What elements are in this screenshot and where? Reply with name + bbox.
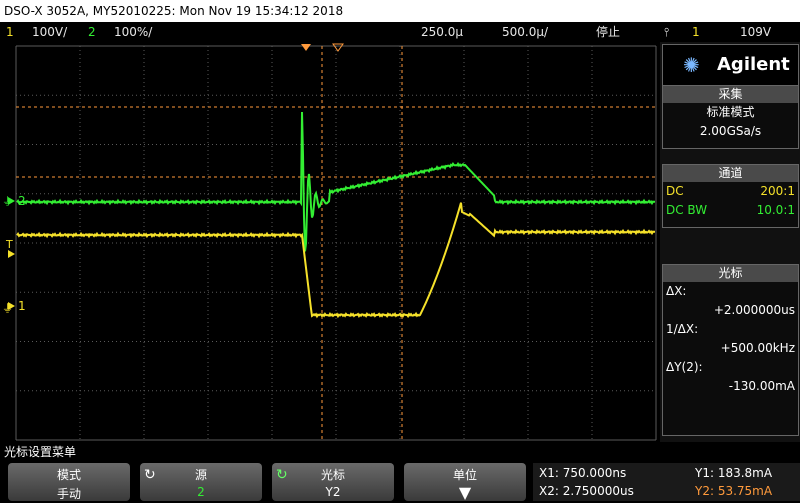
ch1-marker-label: 1 [18, 299, 26, 313]
graticule [15, 45, 657, 441]
ch2-marker-label: 2 [18, 194, 26, 208]
softkey-cursor[interactable]: ↻ 光标 Y2 [272, 463, 394, 501]
softkey-source-value: 2 [197, 485, 205, 499]
ch2-ground-marker[interactable]: ⏚ [2, 195, 15, 208]
time-reference-marker[interactable] [332, 43, 344, 52]
softkey-mode[interactable]: 模式 手动 [8, 463, 130, 501]
cursor-y2-readout: Y2: 53.75mA [695, 484, 773, 498]
ch2-scale[interactable]: 100%/ [114, 22, 152, 42]
ch2-number[interactable]: 2 [88, 22, 96, 42]
inverse-delta-x-value: +500.00kHz [720, 341, 795, 355]
cursor-title: 光标 [663, 265, 798, 282]
sample-rate: 2.00GSa/s [699, 124, 762, 138]
softkey-cursor-value: Y2 [325, 485, 341, 499]
time-scale[interactable]: 500.0µ/ [502, 22, 548, 42]
acquisition-mode: 标准模式 [706, 105, 755, 119]
softkey-mode-value: 手动 [56, 487, 81, 501]
agilent-spark-icon: ✺ [683, 53, 700, 77]
softkey-source[interactable]: ↻ 源 2 [140, 463, 262, 501]
channel-title: 通道 [663, 165, 798, 182]
delta-x-value: +2.000000us [713, 303, 795, 317]
brand-logo: Agilent [717, 54, 790, 75]
menu-title: 光标设置菜单 [4, 445, 77, 459]
trigger-edge-icon: ⫯ [664, 25, 670, 39]
delta-y-label: ΔY(2): [666, 360, 703, 374]
ch1-coupling: DC [666, 184, 684, 198]
cursor-x1-readout: X1: 750.000ns [539, 466, 627, 480]
svg-text:⏚: ⏚ [2, 302, 13, 315]
time-position[interactable]: 250.0µ [421, 22, 463, 42]
submenu-down-arrow-icon: ▼ [458, 483, 472, 502]
softkey-bar: 模式 手动 ↻ 源 2 ↻ 光标 Y2 单位 ▼ X1: 750.000ns X… [0, 461, 800, 503]
svg-text:⏚: ⏚ [2, 195, 13, 208]
channel-box[interactable]: 通道 DC 200:1 DC BW 10.0:1 [662, 164, 799, 228]
info-panel: ✺ Agilent 采集 标准模式 2.00GSa/s 通道 DC 200:1 D… [660, 42, 800, 442]
status-bar: 1 100V/ 2 100%/ 250.0µ 500.0µ/ 停止 ⫯ 1 10… [0, 22, 800, 42]
run-state[interactable]: 停止 [596, 22, 620, 42]
inverse-delta-x-label: 1/ΔX: [666, 322, 699, 336]
rotate-knob-icon: ↻ [144, 467, 156, 483]
delta-x-label: ΔX: [666, 284, 687, 298]
trigger-position-marker[interactable] [301, 44, 311, 51]
softkey-source-title: 源 [194, 468, 207, 482]
ch1-number[interactable]: 1 [6, 22, 14, 42]
cursor-readout: X1: 750.000ns X2: 2.750000us Y1: 183.8mA… [533, 463, 800, 501]
acquisition-box[interactable]: 采集 标准模式 2.00GSa/s [662, 85, 799, 149]
ch1-probe: 200:1 [760, 184, 795, 198]
ch1-ground-marker[interactable]: ⏚ [2, 302, 15, 315]
brand-box: ✺ Agilent [662, 44, 799, 86]
instrument-title: DSO-X 3052A, MY52010225: Mon Nov 19 15:3… [4, 4, 344, 18]
softkey-mode-title: 模式 [56, 468, 81, 482]
softkey-cursor-title: 光标 [320, 468, 345, 482]
acquisition-title: 采集 [663, 86, 798, 103]
softkey-units-title: 单位 [452, 468, 477, 482]
ch2-probe: 10.0:1 [756, 203, 795, 217]
rotate-knob-icon: ↻ [276, 467, 288, 483]
softkey-units[interactable]: 单位 ▼ [404, 463, 526, 502]
waveform-area[interactable]: ⏚ 2 T ⏚ 1 [0, 42, 658, 442]
cursor-x2-readout: X2: 2.750000us [539, 484, 634, 498]
ch2-coupling: DC BW [666, 203, 708, 217]
trigger-level-marker[interactable]: T [5, 238, 13, 251]
delta-y-value: -130.00mA [728, 379, 795, 393]
title-bar: DSO-X 3052A, MY52010225: Mon Nov 19 15:3… [0, 0, 800, 22]
ch1-waveform [16, 202, 655, 319]
trigger-channel[interactable]: 1 [692, 22, 700, 42]
trigger-level-arrow [8, 250, 15, 258]
cursor-y1-readout: Y1: 183.8mA [695, 466, 773, 480]
menu-title-bar: 光标设置菜单 [0, 443, 800, 461]
ch1-scale[interactable]: 100V/ [32, 22, 67, 42]
trigger-level[interactable]: 109V [740, 22, 771, 42]
scope-display[interactable]: ⏚ 2 T ⏚ 1 [0, 42, 658, 442]
cursor-box[interactable]: 光标 ΔX: +2.000000us 1/ΔX: +500.00kHz ΔY(2… [662, 264, 799, 436]
